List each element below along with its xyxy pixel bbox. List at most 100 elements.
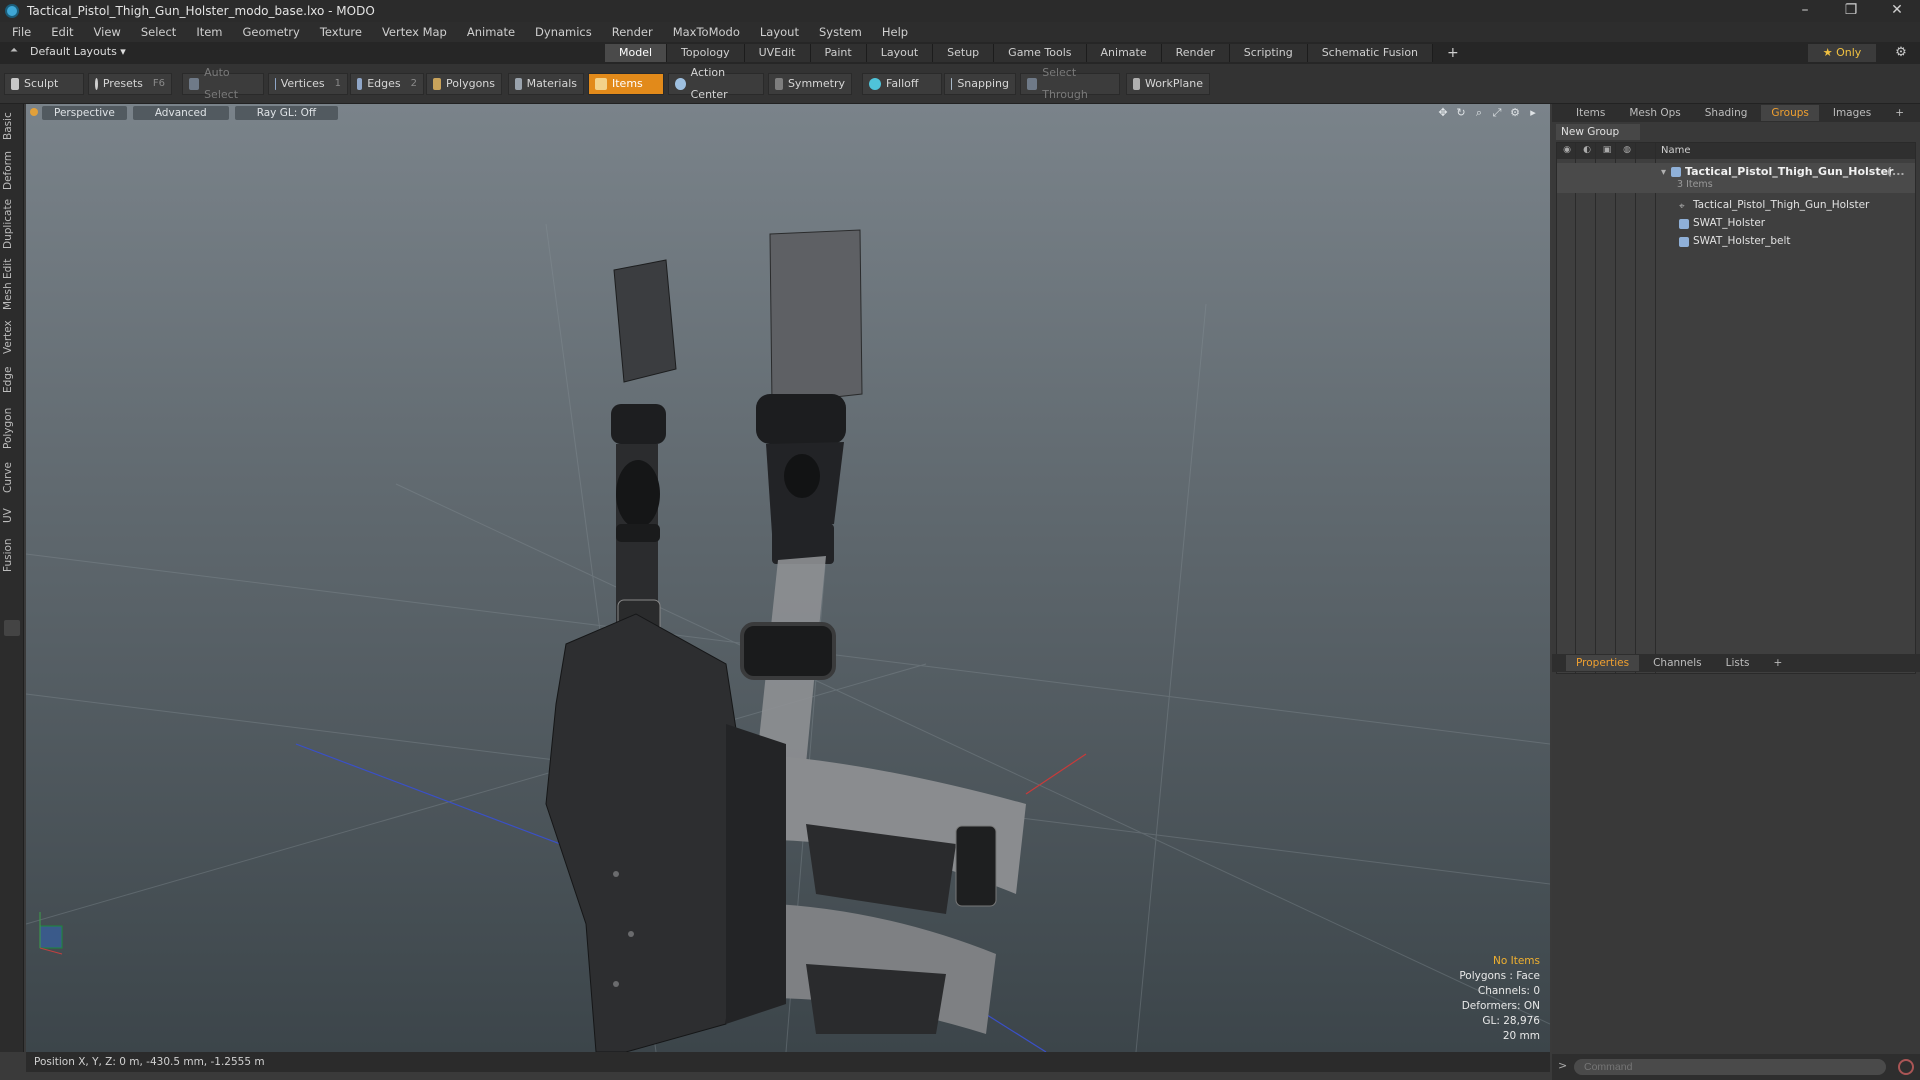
select-through-button[interactable]: Select Through: [1020, 66, 1120, 101]
items-button[interactable]: Items: [588, 73, 664, 95]
perspective-dropdown[interactable]: Perspective: [42, 106, 127, 120]
pan-icon[interactable]: ✥: [1434, 106, 1452, 120]
render-icon[interactable]: ◐: [1581, 145, 1593, 157]
raygl-toggle[interactable]: Ray GL: Off: [234, 106, 339, 120]
tab-duplicate[interactable]: Duplicate: [2, 196, 22, 252]
command-input[interactable]: [1574, 1059, 1886, 1075]
tab-mesh-ops[interactable]: Mesh Ops: [1619, 105, 1690, 121]
gear-icon[interactable]: ⚙: [1892, 44, 1910, 62]
menu-help[interactable]: Help: [882, 25, 908, 39]
only-toggle[interactable]: ★ Only: [1808, 44, 1876, 62]
add-properties-tab-button[interactable]: +: [1763, 655, 1792, 671]
tab-topology[interactable]: Topology: [667, 44, 745, 62]
tab-layout[interactable]: Layout: [866, 44, 934, 62]
viewport-status-dot: [30, 108, 38, 116]
add-tab-button[interactable]: +: [1433, 44, 1473, 62]
viewport-settings-icon[interactable]: ⚙: [1506, 106, 1524, 120]
auto-select-button[interactable]: Auto Select: [182, 66, 264, 101]
menu-render[interactable]: Render: [612, 25, 653, 39]
tab-polygon[interactable]: Polygon: [2, 402, 22, 454]
tab-deform[interactable]: Deform: [2, 148, 22, 192]
action-center-button[interactable]: Action Center: [668, 66, 764, 101]
menu-dynamics[interactable]: Dynamics: [535, 25, 592, 39]
tab-scripting[interactable]: Scripting: [1229, 44, 1308, 62]
tab-lists[interactable]: Lists: [1716, 655, 1760, 671]
tab-model[interactable]: Model: [605, 44, 668, 62]
tab-items[interactable]: Items: [1566, 105, 1615, 121]
vertices-button[interactable]: Vertices 1: [268, 73, 348, 95]
menu-item[interactable]: Item: [196, 25, 222, 39]
collapse-icon[interactable]: ⏶: [10, 45, 18, 56]
materials-button[interactable]: Materials: [508, 73, 584, 95]
tab-fusion[interactable]: Fusion: [2, 534, 22, 576]
snapping-button[interactable]: Snapping: [944, 73, 1016, 95]
tab-schematic-fusion[interactable]: Schematic Fusion: [1307, 44, 1434, 62]
tab-properties[interactable]: Properties: [1566, 655, 1640, 671]
menu-view[interactable]: View: [94, 25, 121, 39]
presets-button[interactable]: Presets F6: [88, 73, 172, 95]
menu-system[interactable]: System: [819, 25, 862, 39]
group-child-row[interactable]: ⌖ Tactical_Pistol_Thigh_Gun_Holster: [1557, 197, 1915, 215]
tab-channels[interactable]: Channels: [1643, 655, 1712, 671]
new-group-button[interactable]: New Group: [1556, 124, 1640, 140]
tab-edge[interactable]: Edge: [2, 362, 22, 398]
shading-dropdown[interactable]: Advanced: [132, 106, 229, 120]
select-icon[interactable]: ◍: [1621, 145, 1633, 157]
menu-geometry[interactable]: Geometry: [243, 25, 300, 39]
mesh-icon: [1679, 219, 1689, 229]
zoom-icon[interactable]: ⌕: [1470, 106, 1488, 120]
tab-groups[interactable]: Groups: [1761, 105, 1819, 121]
lock-icon[interactable]: ▣: [1601, 145, 1613, 157]
menu-edit[interactable]: Edit: [51, 25, 73, 39]
tab-basic[interactable]: Basic: [2, 108, 22, 144]
visibility-eye-icon[interactable]: ◉: [1561, 145, 1573, 157]
modo-app-icon: [5, 4, 19, 18]
layout-selector[interactable]: Default Layouts ▾: [30, 45, 126, 61]
symmetry-button[interactable]: Symmetry: [768, 73, 852, 95]
menu-file[interactable]: File: [12, 25, 31, 39]
tab-animate[interactable]: Animate: [1086, 44, 1162, 62]
tab-uvedit[interactable]: UVEdit: [744, 44, 811, 62]
tab-paint[interactable]: Paint: [810, 44, 867, 62]
workplane-button[interactable]: WorkPlane: [1126, 73, 1210, 95]
polygons-button[interactable]: Polygons: [426, 73, 502, 95]
menu-select[interactable]: Select: [141, 25, 176, 39]
tab-setup[interactable]: Setup: [933, 44, 995, 62]
group-child-row[interactable]: SWAT_Holster: [1557, 215, 1915, 233]
group-icon: [1671, 167, 1681, 177]
rotate-icon[interactable]: ↻: [1452, 106, 1470, 120]
sculpt-button[interactable]: Sculpt: [4, 73, 84, 95]
expand-arrow-icon[interactable]: ▸: [1524, 106, 1542, 120]
3d-viewport[interactable]: Perspective Advanced Ray GL: Off ✥ ↻ ⌕ ⤢…: [26, 104, 1550, 1052]
tab-render[interactable]: Render: [1161, 44, 1230, 62]
group-child-row[interactable]: SWAT_Holster_belt: [1557, 233, 1915, 251]
maximize-button[interactable]: ❐: [1828, 0, 1874, 22]
menu-vertex-map[interactable]: Vertex Map: [382, 25, 447, 39]
expand-arrow-icon[interactable]: ▾: [1661, 167, 1671, 178]
record-icon[interactable]: [1898, 1059, 1914, 1075]
tab-vertex[interactable]: Vertex: [2, 316, 22, 358]
fit-icon[interactable]: ⤢: [1488, 106, 1506, 120]
tab-mesh-edit[interactable]: Mesh Edit: [2, 256, 22, 312]
menu-layout[interactable]: Layout: [760, 25, 799, 39]
sculpt-label: Sculpt: [24, 77, 59, 90]
tab-shading[interactable]: Shading: [1695, 105, 1758, 121]
tab-images[interactable]: Images: [1823, 105, 1881, 121]
panel-toggle-button[interactable]: [4, 620, 20, 636]
minimize-button[interactable]: –: [1782, 0, 1828, 22]
window-controls: – ❐ ✕: [1782, 0, 1920, 22]
tab-game-tools[interactable]: Game Tools: [994, 44, 1087, 62]
group-row[interactable]: ▾ Tactical_Pistol_Thigh_Gun_Holster (...…: [1557, 163, 1915, 193]
close-button[interactable]: ✕: [1874, 0, 1920, 22]
menu-texture[interactable]: Texture: [320, 25, 362, 39]
tab-curve[interactable]: Curve: [2, 458, 22, 498]
holster-model-render: [26, 223, 1550, 1052]
falloff-button[interactable]: Falloff: [862, 73, 942, 95]
edges-button[interactable]: Edges 2: [350, 73, 424, 95]
add-panel-tab-button[interactable]: +: [1885, 105, 1914, 121]
tab-uv[interactable]: UV: [2, 502, 22, 530]
symmetry-label: Symmetry: [787, 77, 845, 90]
menu-maxtomodo[interactable]: MaxToModo: [673, 25, 740, 39]
menu-animate[interactable]: Animate: [467, 25, 515, 39]
right-panel: Items Mesh Ops Shading Groups Images + N…: [1552, 104, 1920, 1080]
